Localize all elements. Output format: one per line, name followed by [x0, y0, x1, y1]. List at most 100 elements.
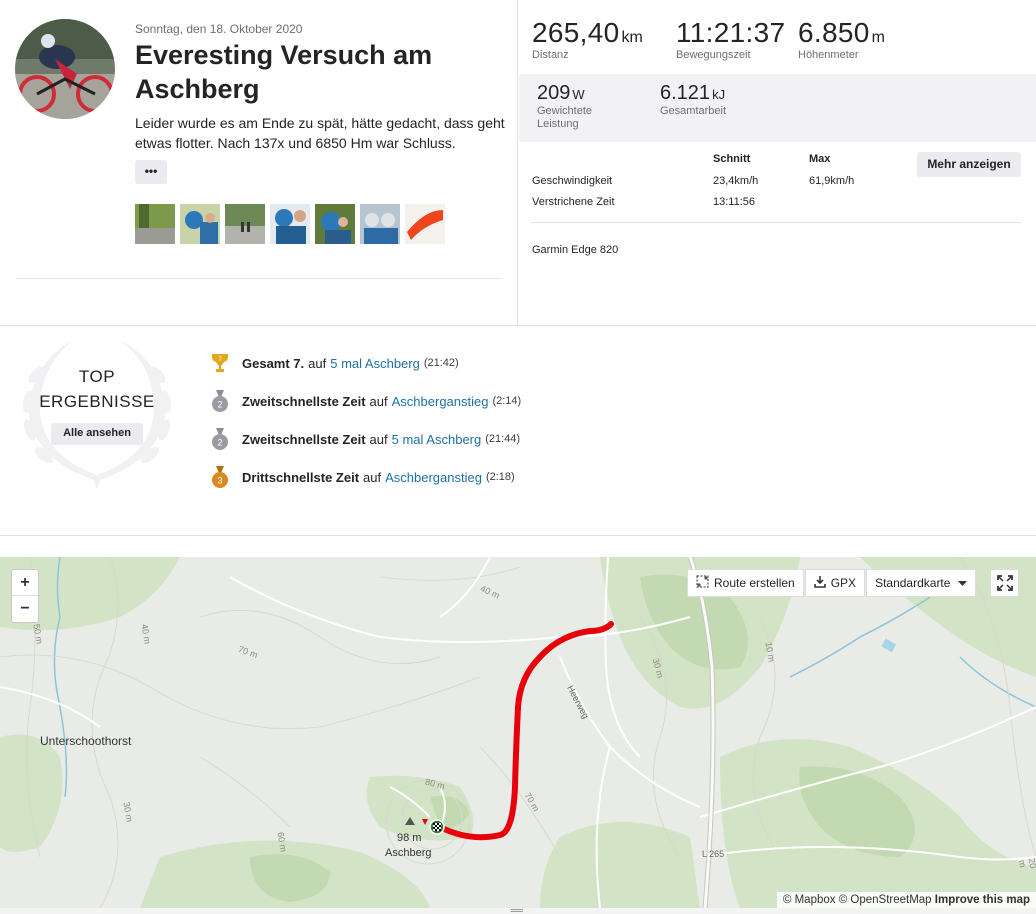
achievement-connector: auf	[363, 469, 382, 485]
expand-icon	[996, 575, 1013, 591]
stat-unit: W	[572, 87, 585, 102]
zoom-in-button[interactable]: +	[12, 570, 38, 596]
achievement-connector: auf	[369, 431, 388, 447]
speed-max: 61,9km/h	[809, 175, 855, 187]
stat-label: Gesamtarbeit	[660, 105, 727, 117]
map-toolbar: Route erstellen GPX Standardkarte	[687, 569, 977, 597]
stat-label: Höhenmeter	[798, 49, 859, 61]
zoom-control: + −	[11, 569, 39, 623]
more-options-button[interactable]: •••	[135, 160, 167, 184]
activity-description: Leider wurde es am Ende zu spät, hätte g…	[135, 115, 505, 151]
achievement-connector: auf	[308, 355, 327, 371]
stat-value: 265,40	[532, 17, 620, 48]
achievement-rank: Gesamt 7.	[242, 355, 305, 371]
secondary-stats: 209 W Gewichtete Leistung 6.121 kJ Gesamta…	[519, 74, 1036, 142]
stat-label: Bewegungszeit	[676, 49, 751, 61]
route-icon	[696, 575, 709, 591]
activity-title: Everesting Versuch am Aschberg	[135, 40, 433, 104]
photo-thumbnail[interactable]	[225, 204, 265, 244]
activity-date: Sonntag, den 18. Oktober 2020	[135, 22, 303, 36]
stat-weighted-power: 209 W Gewichtete Leistung	[537, 82, 592, 131]
stat-unit: m	[871, 29, 885, 46]
photo-thumbnail[interactable]	[360, 204, 400, 244]
place-label: Unterschoothorst	[40, 734, 132, 748]
speed-avg: 23,4km/h	[713, 175, 759, 187]
view-all-button[interactable]: Alle ansehen	[51, 423, 143, 445]
top-results-section: TOP ERGEBNISSE Alle ansehen 7 Gesamt 7. …	[0, 326, 1036, 536]
road-number: L 265	[702, 849, 725, 859]
svg-text:2: 2	[217, 438, 222, 448]
osm-link[interactable]: © OpenStreetMap	[839, 894, 932, 906]
summit-height: 98 m	[397, 832, 422, 844]
stat-distance: 265,40 km Distanz	[532, 17, 643, 61]
mapbox-link[interactable]: © Mapbox	[783, 894, 836, 906]
achievement-rank: Zweitschnellste Zeit	[242, 431, 366, 447]
top-results-badge: TOP ERGEBNISSE	[17, 364, 177, 414]
silver-medal-icon: 2	[212, 390, 228, 412]
segment-link[interactable]: 5 mal Aschberg	[330, 356, 420, 371]
segment-link[interactable]: Aschberganstieg	[385, 470, 482, 485]
achievement-time: (21:44)	[485, 433, 521, 445]
column-header-avg: Schnitt	[713, 153, 751, 165]
achievement-rank: Zweitschnellste Zeit	[242, 393, 366, 409]
map-style-select[interactable]: Standardkarte	[866, 569, 977, 597]
resize-handle-icon[interactable]	[511, 909, 523, 912]
divider	[16, 278, 502, 279]
map-canvas[interactable]	[0, 557, 1036, 908]
map-attribution: © Mapbox © OpenStreetMap Improve this ma…	[776, 892, 1036, 908]
contour-label: 20 m	[1016, 857, 1036, 869]
activity-summary: Sonntag, den 18. Oktober 2020 Everesting…	[0, 0, 518, 325]
finish-flag-icon	[429, 819, 445, 835]
gpx-label: GPX	[830, 576, 857, 590]
achievement-time: (2:18)	[485, 471, 515, 483]
create-route-button[interactable]: Route erstellen	[687, 569, 804, 597]
badge-line: ERGEBNISSE	[39, 392, 155, 411]
stat-value: 11:21:37	[676, 17, 786, 48]
fullscreen-button[interactable]	[990, 569, 1019, 597]
achievement-item: 7 Gesamt 7. auf 5 mal Aschberg (21:42)	[208, 352, 459, 374]
route-map[interactable]: Unterschoothorst 98 m Aschberg Heerweg L…	[0, 557, 1036, 908]
achievement-time: (21:42)	[423, 357, 459, 369]
photo-thumbnail[interactable]	[180, 204, 220, 244]
show-more-button[interactable]: Mehr anzeigen	[917, 152, 1021, 177]
segment-link[interactable]: Aschberganstieg	[392, 394, 489, 409]
photo-thumbnail[interactable]	[315, 204, 355, 244]
svg-text:3: 3	[217, 476, 222, 486]
svg-text:2: 2	[217, 400, 222, 410]
primary-stats: 265,40 km Distanz 11:21:37 Bewegungszeit …	[519, 0, 1036, 74]
activity-header: Sonntag, den 18. Oktober 2020 Everesting…	[0, 0, 1036, 326]
stat-elevation: 6.850 m Höhenmeter	[798, 17, 885, 61]
activity-stats: 265,40 km Distanz 11:21:37 Bewegungszeit …	[519, 0, 1036, 325]
achievement-connector: auf	[369, 393, 388, 409]
photo-thumbnail[interactable]	[270, 204, 310, 244]
caret-down-icon	[958, 576, 968, 590]
stat-moving-time: 11:21:37 Bewegungszeit	[676, 17, 785, 61]
achievement-item: 2 Zweitschnellste Zeit auf Aschbergansti…	[208, 390, 521, 412]
stat-label: Leistung	[537, 118, 579, 130]
segment-link[interactable]: 5 mal Aschberg	[392, 432, 482, 447]
bronze-medal-icon: 3	[212, 466, 228, 488]
create-route-label: Route erstellen	[714, 576, 795, 590]
column-header-max: Max	[809, 153, 831, 165]
zoom-out-button[interactable]: −	[12, 596, 38, 622]
divider	[531, 222, 1021, 223]
stat-value: 6.121	[660, 82, 711, 104]
trophy-icon: 7	[212, 354, 228, 372]
athlete-avatar[interactable]	[15, 19, 115, 119]
stat-unit: kJ	[712, 87, 726, 102]
map-style-label: Standardkarte	[875, 576, 951, 590]
photo-thumbnail[interactable]	[135, 204, 175, 244]
row-label-elapsed: Verstrichene Zeit	[532, 196, 615, 208]
improve-map-link[interactable]: Improve this map	[935, 894, 1030, 906]
photo-thumbnail[interactable]	[405, 204, 445, 244]
achievement-item: 2 Zweitschnellste Zeit auf 5 mal Aschber…	[208, 428, 520, 450]
stat-label: Gewichtete	[537, 105, 593, 117]
stat-value: 6.850	[798, 17, 870, 48]
photo-strip	[135, 204, 450, 244]
elapsed-avg: 13:11:56	[713, 196, 756, 208]
gpx-download-button[interactable]: GPX	[804, 569, 866, 597]
badge-line: TOP	[78, 367, 116, 386]
achievement-time: (2:14)	[492, 395, 522, 407]
stat-unit: km	[621, 29, 643, 46]
silver-medal-icon: 2	[212, 428, 228, 450]
